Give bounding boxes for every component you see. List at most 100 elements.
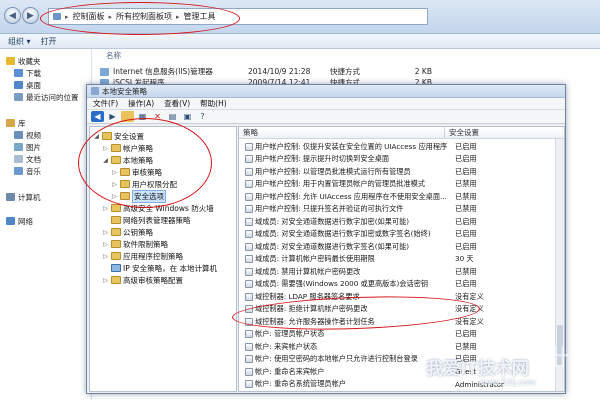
policy-setting-value: 已启用	[455, 166, 477, 176]
nav-item[interactable]: 图片	[14, 141, 41, 153]
policy-row[interactable]: 域成员: 对安全通道数据进行数字签名(如果可能) 已启用	[239, 241, 557, 253]
policy-row[interactable]: 域控制器: 允许服务器操作者计划任务 没有定义	[239, 316, 557, 328]
tree-node[interactable]: ▷ 安全选项	[111, 189, 166, 203]
nav-item[interactable]: 网络	[6, 215, 33, 227]
menu-action[interactable]: 操作(A)	[128, 98, 154, 109]
column-policy-header[interactable]: 策略	[239, 127, 445, 139]
policy-row[interactable]: 用户帐户控制: 只提升签名并验证的可执行文件 已禁用	[239, 204, 557, 216]
nav-item[interactable]: 桌面	[14, 79, 41, 91]
policy-row[interactable]: 用户帐户控制: 仅提升安装在安全位置的 UIAccess 应用程序 已启用	[239, 141, 557, 153]
tree-node[interactable]: ▷ 用户权限分配	[111, 178, 177, 190]
tree-node[interactable]: 网络列表管理器策略	[102, 214, 191, 226]
export-list-button[interactable]: ▣	[181, 111, 194, 122]
expand-arrow-icon[interactable]: ▷	[111, 193, 118, 200]
scrollbar-thumb[interactable]	[557, 325, 563, 365]
tree-node[interactable]: ▷ 审核策略	[111, 166, 162, 178]
policy-row[interactable]: 域成员: 对安全通道数据进行数字加密(如果可能) 已启用	[239, 216, 557, 228]
policy-row[interactable]: 帐户: 使用空密码的本地帐户只允许进行控制台登录 已启用	[239, 354, 557, 366]
policy-row[interactable]: 用户帐户控制: 允许 UIAccess 应用程序在不使用安全桌面... 已禁用	[239, 191, 557, 203]
window-title: 本地安全策略	[102, 86, 147, 96]
nav-item[interactable]: 音乐	[14, 165, 41, 177]
tree-node[interactable]: ▷ 高级安全 Windows 防火墙	[102, 202, 214, 214]
expand-arrow-icon[interactable]: ◢	[93, 133, 100, 140]
forward-button[interactable]: ▶	[22, 7, 39, 24]
tree-node[interactable]: ▷ 公钥策略	[102, 226, 153, 238]
menu-file[interactable]: 文件(F)	[93, 98, 118, 109]
expand-arrow-icon[interactable]: ◢	[102, 157, 109, 164]
expand-arrow-icon[interactable]: ▷	[102, 229, 109, 236]
up-folder-button[interactable]	[121, 111, 134, 122]
policy-row[interactable]: 域控制器: 拒绝计算机帐户密码更改 没有定义	[239, 304, 557, 316]
show-hide-tree-button[interactable]: ▦	[136, 111, 149, 122]
tree-node[interactable]: ◢ 本地策略	[102, 154, 153, 166]
help-button[interactable]: ?	[196, 111, 209, 122]
policy-row[interactable]: 用户帐户控制: 以管理员批准模式运行所有管理员 已启用	[239, 166, 557, 178]
forward-button[interactable]: ▶	[106, 111, 119, 122]
file-row[interactable]: Internet 信息服务(IIS)管理器 2014/10/9 21:28 快捷方式…	[100, 66, 600, 77]
policy-row[interactable]: 帐户: 重命名来宾帐户 Guest	[239, 366, 557, 378]
policy-name: 域控制器: 允许服务器操作者计划任务	[255, 316, 375, 326]
tree-node[interactable]: ▷ 应用程序控制策略	[102, 250, 183, 262]
expand-arrow-icon[interactable]: ▷	[102, 205, 109, 212]
policy-row[interactable]: 用户帐户控制: 提示提升时切换到安全桌面 已启用	[239, 154, 557, 166]
nav-item[interactable]: 计算机	[6, 191, 41, 203]
vertical-scrollbar[interactable]	[555, 139, 564, 391]
policy-setting-value: 已启用	[455, 279, 477, 289]
policy-setting-value: 已启用	[455, 354, 477, 364]
tree-node-label: 网络列表管理器策略	[123, 215, 191, 225]
open-button[interactable]: 打开	[41, 36, 57, 47]
nav-item-icon	[14, 167, 23, 175]
policy-row[interactable]: 域控制器: LDAP 服务器签名要求 没有定义	[239, 291, 557, 303]
policy-name: 用户帐户控制: 仅提升安装在安全位置的 UIAccess 应用程序	[255, 141, 448, 151]
back-button[interactable]: ◀	[4, 7, 21, 24]
address-bar[interactable]: ▸ 控制面板 ▸ 所有控制面板项 ▸ 管理工具	[48, 8, 428, 25]
tree-node[interactable]: ▷ 软件限制策略	[102, 238, 168, 250]
policy-row[interactable]: 用户帐户控制: 用于内置管理员帐户的管理员批准模式 已禁用	[239, 179, 557, 191]
nav-item[interactable]: 最近访问的位置	[14, 91, 79, 103]
nav-item[interactable]: 库	[6, 117, 26, 129]
folder-icon	[111, 156, 121, 164]
nav-item[interactable]: 视频	[14, 129, 41, 141]
nav-item[interactable]: 收藏夹	[6, 55, 41, 67]
tree-node[interactable]: ▷ 帐户策略	[102, 142, 153, 154]
policy-row[interactable]: 域成员: 需要强(Windows 2000 或更高版本)会话密钥 已启用	[239, 279, 557, 291]
expand-arrow-icon[interactable]: ▷	[102, 145, 109, 152]
network-policy-icon	[111, 264, 121, 272]
breadcrumb-item-all-items[interactable]: 所有控制面板项	[116, 11, 172, 22]
policy-name: 用户帐户控制: 用于内置管理员帐户的管理员批准模式	[255, 179, 426, 189]
policy-row[interactable]: 域成员: 对安全通道数据进行数字加密或数字签名(始终) 已启用	[239, 229, 557, 241]
expand-arrow-icon[interactable]: ▷	[102, 277, 109, 284]
expand-arrow-icon[interactable]: ▷	[102, 253, 109, 260]
menu-help[interactable]: 帮助(H)	[200, 98, 227, 109]
file-size: 2 KB	[414, 67, 432, 76]
nav-item[interactable]: 文档	[14, 153, 41, 165]
policy-setting-value: Guest	[455, 367, 477, 377]
policy-row[interactable]: 帐户: 来宾帐户状态 已禁用	[239, 341, 557, 353]
expand-arrow-icon[interactable]: ▷	[111, 169, 118, 176]
policy-row[interactable]: 帐户: 管理员帐户状态 已启用	[239, 329, 557, 341]
expand-arrow-icon[interactable]: ▷	[111, 181, 118, 188]
column-name-header[interactable]: 名称	[96, 50, 121, 61]
menu-view[interactable]: 查看(V)	[164, 98, 190, 109]
delete-button[interactable]: ✕	[151, 111, 164, 122]
arrow-right-icon: ▶	[27, 10, 34, 21]
policy-row[interactable]: 域成员: 禁用计算机帐户密码更改 已禁用	[239, 266, 557, 278]
back-button[interactable]: ◀	[91, 111, 104, 122]
policy-row[interactable]: 域成员: 计算机帐户密码最长使用期限 30 天	[239, 254, 557, 266]
tree-node[interactable]: ▷ 高级审核策略配置	[102, 274, 183, 286]
breadcrumb-item-admin-tools[interactable]: 管理工具	[184, 11, 216, 22]
policy-name: 域成员: 对安全通道数据进行数字签名(如果可能)	[255, 241, 410, 251]
column-setting-header[interactable]: 安全设置	[445, 127, 479, 138]
breadcrumb-item-control-panel[interactable]: 控制面板	[73, 11, 105, 22]
tree-node[interactable]: IP 安全策略，在 本地计算机	[102, 262, 217, 274]
organize-button[interactable]: 组织 ▾	[8, 36, 31, 47]
policy-name: 域成员: 对安全通道数据进行数字加密或数字签名(始终)	[255, 229, 431, 239]
properties-button[interactable]: ▤	[166, 111, 179, 122]
policy-setting-value: 已启用	[455, 229, 477, 239]
nav-item[interactable]: 下载	[14, 67, 41, 79]
policy-row[interactable]: 帐户: 重命名系统管理员帐户 Administrator	[239, 379, 557, 391]
policy-name: 域成员: 需要强(Windows 2000 或更高版本)会话密钥	[255, 279, 429, 289]
policy-setting-icon	[245, 142, 253, 151]
expand-arrow-icon[interactable]: ▷	[102, 241, 109, 248]
tree-node[interactable]: ◢ 安全设置	[93, 130, 144, 142]
